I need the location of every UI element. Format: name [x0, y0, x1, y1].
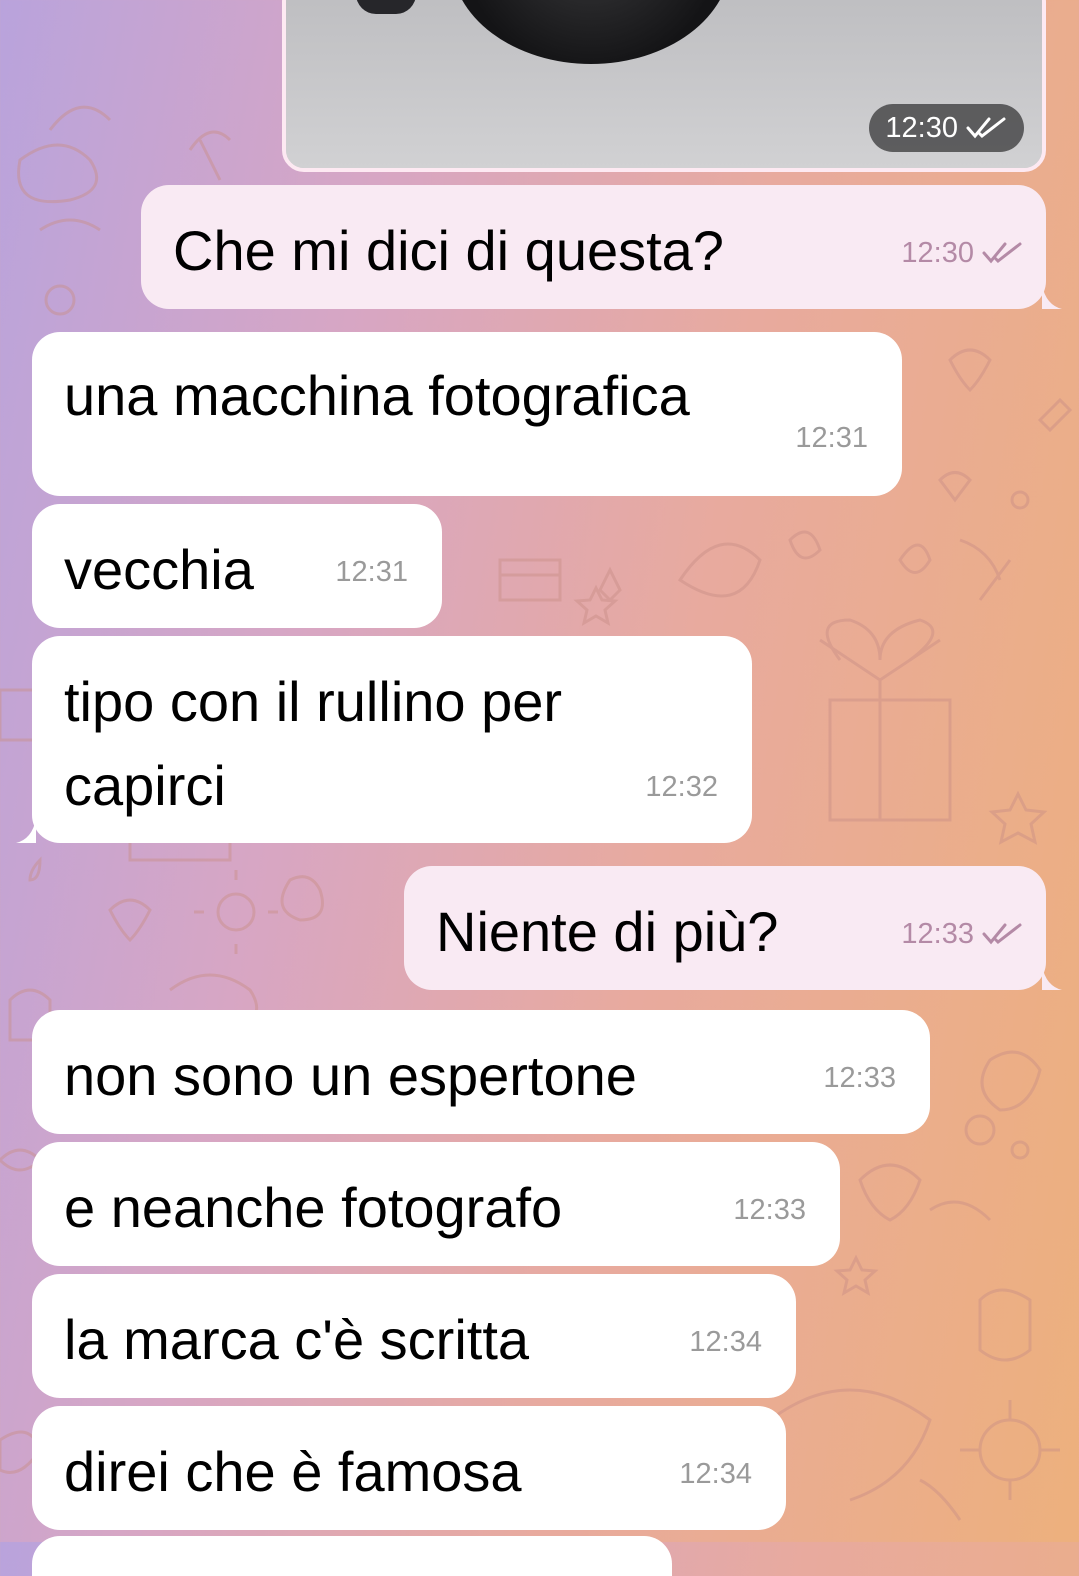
message-text: la marca c'è scritta	[64, 1308, 530, 1371]
double-check-icon	[982, 242, 1022, 264]
message-meta: 12:33	[823, 1036, 896, 1120]
bubble-tail	[1042, 966, 1062, 990]
message-bubble-incoming[interactable]: una macchina fotografica 12:31	[32, 332, 902, 496]
message-time: 12:31	[335, 556, 408, 588]
message-meta: 12:31	[795, 396, 868, 480]
message-time: 12:34	[679, 1458, 752, 1490]
message-time: 12:33	[901, 918, 974, 950]
photo-message[interactable]: 12:30	[282, 0, 1046, 172]
message-meta: 12:30	[901, 211, 1024, 295]
message-text: non sono un espertone	[64, 1044, 637, 1107]
message-bubble-incoming[interactable]: la marca c'è scritta 12:34	[32, 1274, 796, 1398]
message-bubble-incoming[interactable]: direi che è famosa 12:34	[32, 1406, 786, 1530]
message-meta: 12:32	[645, 745, 718, 829]
message-time: 12:30	[901, 237, 974, 269]
message-text: una macchina fotografica	[64, 364, 690, 427]
message-bubble-incoming[interactable]: vecchia 12:31	[32, 504, 442, 628]
message-text: e neanche fotografo	[64, 1176, 563, 1239]
message-time: 12:33	[733, 1194, 806, 1226]
double-check-icon	[966, 117, 1006, 139]
message-bubble-incoming[interactable]: non sono un espertone 12:33	[32, 1010, 930, 1134]
bubble-tail	[1042, 285, 1062, 309]
message-meta: 12:34	[679, 1432, 752, 1516]
bubble-tail	[16, 819, 36, 843]
message-time: 12:31	[795, 422, 868, 454]
message-time: 12:33	[823, 1062, 896, 1094]
message-meta: 12:31	[335, 530, 408, 614]
photo-time: 12:30	[885, 111, 958, 144]
message-bubble-incoming[interactable]: e neanche fotografo 12:33	[32, 1142, 840, 1266]
message-meta: 12:34	[689, 1300, 762, 1384]
message-bubble-outgoing[interactable]: Che mi dici di questa? 12:30	[141, 185, 1062, 309]
message-meta: 12:33	[901, 892, 1024, 976]
double-check-icon	[982, 923, 1022, 945]
message-text: direi che è famosa	[64, 1440, 522, 1503]
message-time: 12:32	[645, 771, 718, 803]
message-time: 12:34	[689, 1326, 762, 1358]
message-bubble-incoming-partial	[32, 1536, 672, 1576]
message-bubble-incoming[interactable]: tipo con il rullino per capirci 12:32	[16, 636, 752, 843]
photo-time-badge: 12:30	[869, 104, 1024, 152]
message-meta: 12:33	[733, 1168, 806, 1252]
message-bubble-outgoing[interactable]: Niente di più? 12:33	[404, 866, 1062, 990]
strap-image-detail	[666, 0, 746, 34]
